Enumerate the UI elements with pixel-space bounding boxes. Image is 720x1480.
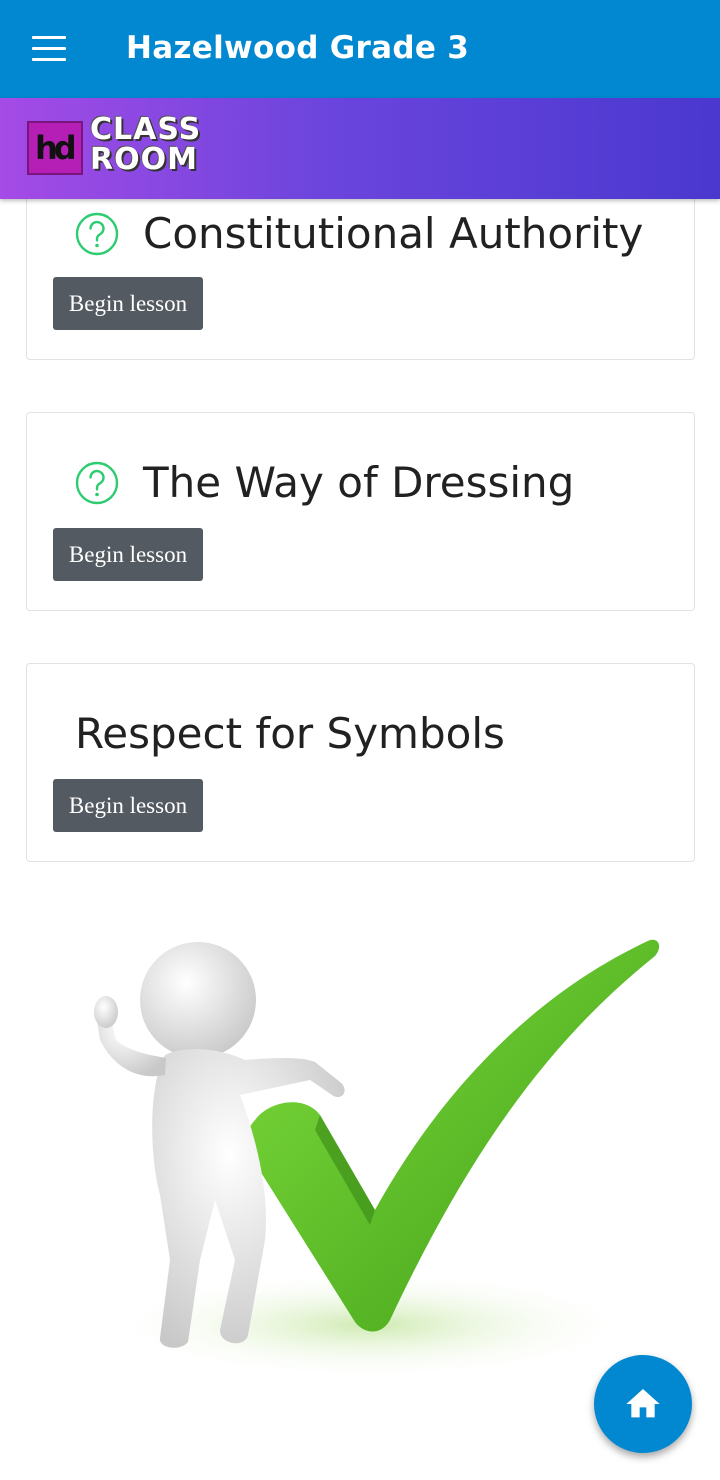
menu-button[interactable] — [32, 36, 66, 62]
lesson-card: The Way of Dressing Begin lesson — [26, 412, 695, 611]
question-circle-icon — [75, 461, 119, 504]
lesson-title: Constitutional Authority — [143, 209, 644, 258]
logo-mark-text: hd — [35, 129, 77, 167]
begin-lesson-button[interactable]: Begin lesson — [53, 779, 203, 832]
page-title: Hazelwood Grade 3 — [126, 30, 470, 66]
logo-line-class: CLASS — [90, 112, 202, 147]
checkmark-figure-illustration — [94, 939, 660, 1380]
home-button[interactable] — [594, 1355, 692, 1453]
lesson-title: The Way of Dressing — [143, 458, 575, 507]
lesson-card: Respect for Symbols Begin lesson — [26, 663, 695, 862]
hamburger-menu-icon — [32, 36, 66, 39]
lesson-card-header: The Way of Dressing — [75, 458, 574, 507]
lesson-title: Respect for Symbols — [75, 709, 505, 758]
app-bar: Hazelwood Grade 3 — [0, 0, 720, 98]
home-icon — [626, 1389, 660, 1418]
logo-text: CLASS ROOM — [90, 115, 201, 175]
begin-lesson-button[interactable]: Begin lesson — [53, 528, 203, 581]
lesson-card-header: Constitutional Authority — [75, 209, 643, 258]
logo-mark: hd — [27, 121, 83, 175]
lesson-card-header: Respect for Symbols — [75, 709, 505, 758]
classroom-banner: hd CLASS ROOM — [0, 98, 720, 199]
question-circle-icon — [75, 212, 119, 255]
logo-line-room: ROOM — [90, 142, 198, 177]
begin-lesson-button[interactable]: Begin lesson — [53, 277, 203, 330]
